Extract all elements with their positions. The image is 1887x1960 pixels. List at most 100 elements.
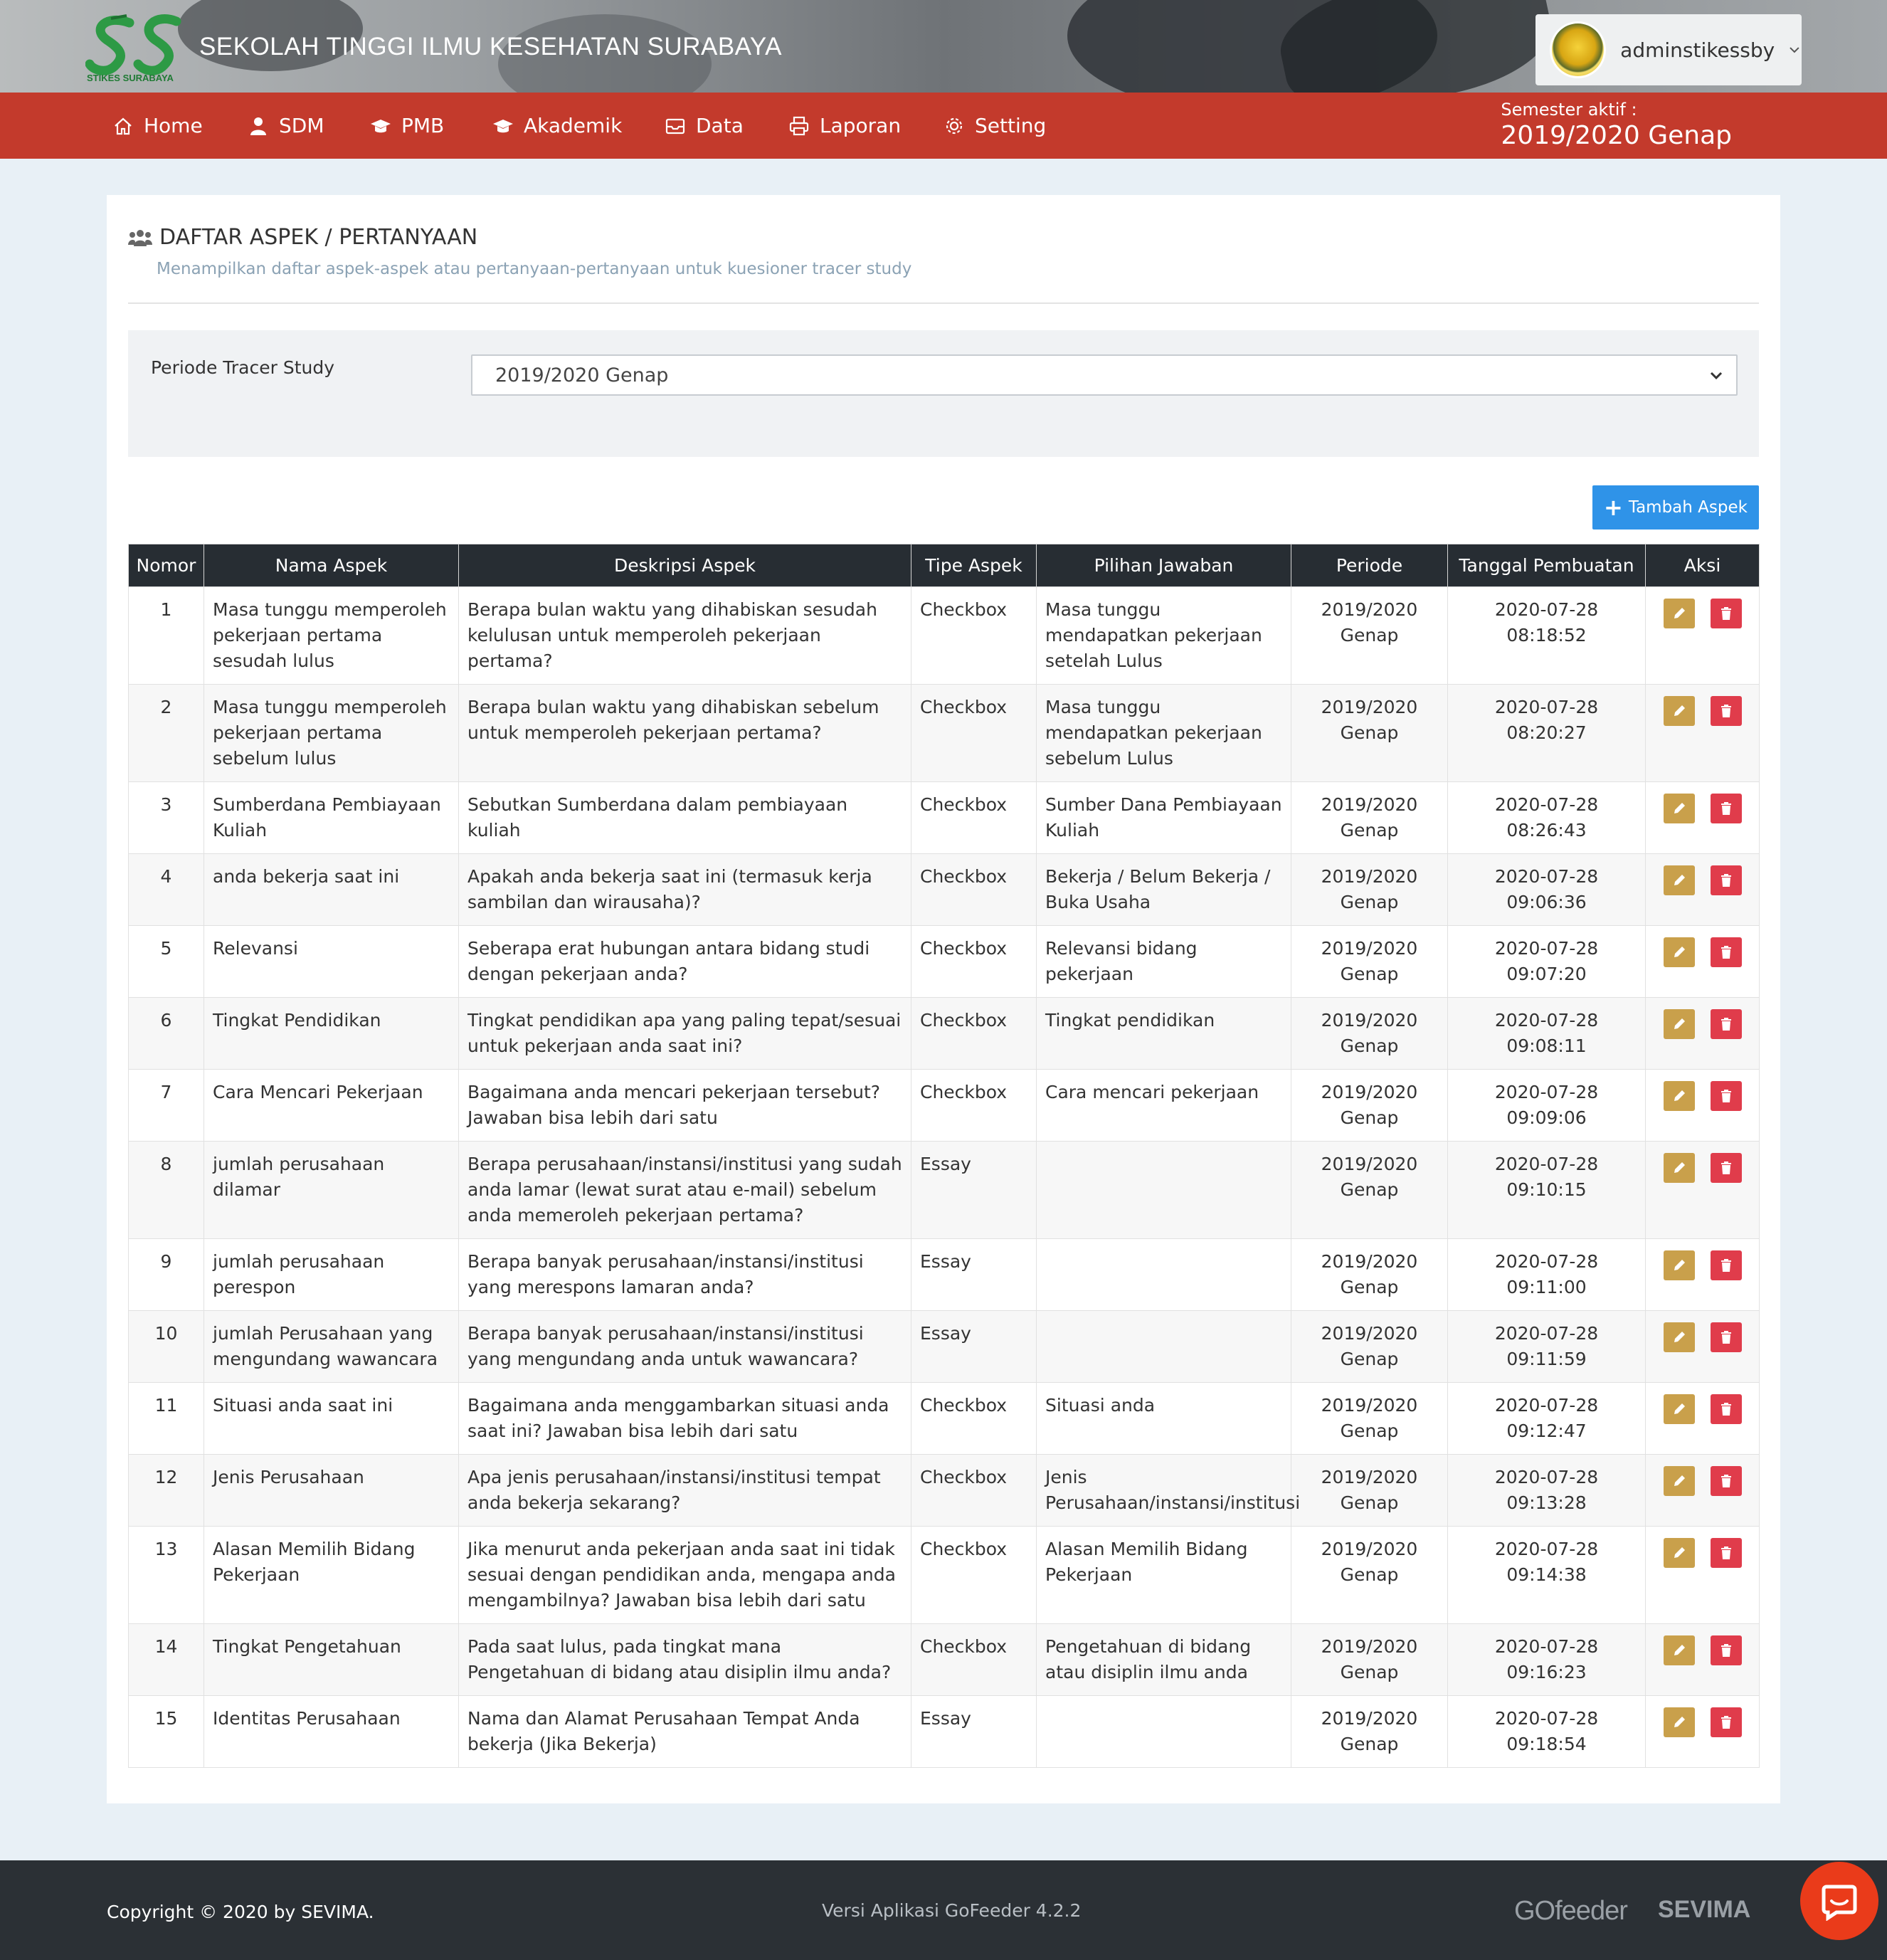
aspect-name: Tingkat Pengetahuan [204,1623,459,1696]
column-header[interactable]: Periode [1291,544,1448,587]
delete-button[interactable] [1710,1466,1742,1496]
trash-icon [1720,607,1731,620]
created-date: 2020-07-28 09:16:23 [1447,1623,1646,1696]
aspect-description: Berapa banyak perusahaan/instansi/instit… [458,1238,911,1311]
edit-button[interactable] [1663,696,1695,726]
nav-label: Akademik [524,114,623,137]
delete-button[interactable] [1710,1322,1742,1352]
aspect-description: Berapa bulan waktu yang dihabiskan sesud… [458,586,911,685]
delete-button[interactable] [1710,1153,1742,1183]
answer-options: Alasan Memilih Bidang Pekerjaan [1036,1526,1291,1624]
nav-label: PMB [401,114,445,137]
nav-akademik[interactable]: Akademik [492,93,622,159]
action-group [1654,1634,1750,1665]
chat-widget-button[interactable] [1800,1862,1878,1940]
edit-button[interactable] [1663,1322,1695,1352]
period: 2019/2020 Genap [1291,853,1448,926]
inbox-icon [665,115,686,137]
answer-options: Situasi anda [1036,1382,1291,1455]
edit-button[interactable] [1663,599,1695,628]
delete-button[interactable] [1710,1635,1742,1665]
nav-data[interactable]: Data [665,93,744,159]
nav-pmb[interactable]: PMB [370,93,444,159]
periode-select-value: 2019/2020 Genap [495,364,669,386]
delete-button[interactable] [1710,1009,1742,1039]
aspect-name: Jenis Perusahaan [204,1454,459,1527]
delete-button[interactable] [1710,1538,1742,1568]
column-header[interactable]: Nama Aspek [204,544,459,587]
row-number: 2 [128,684,204,782]
edit-button[interactable] [1663,1466,1695,1496]
delete-button[interactable] [1710,794,1742,823]
answer-options: Pengetahuan di bidang atau disiplin ilmu… [1036,1623,1291,1696]
add-aspect-button[interactable]: + Tambah Aspek [1592,485,1759,529]
action-group [1654,1706,1750,1737]
period: 2019/2020 Genap [1291,1695,1448,1768]
edit-button[interactable] [1663,1009,1695,1039]
delete-button[interactable] [1710,865,1742,895]
aspect-type: Checkbox [911,1454,1037,1527]
aspect-name: Alasan Memilih Bidang Pekerjaan [204,1526,459,1624]
edit-button[interactable] [1663,1081,1695,1111]
edit-button[interactable] [1663,1635,1695,1665]
column-header[interactable]: Deskripsi Aspek [458,544,911,587]
table-row: 9 jumlah perusahaan perespon Berapa banyak… [128,1238,1760,1311]
table-row: 11 Situasi anda saat ini Bagaimana anda me… [128,1382,1760,1455]
nav-label: SDM [279,114,324,137]
aspect-type: Checkbox [911,1526,1037,1624]
logo-caption: STIKES SURABAYA [87,73,174,83]
delete-button[interactable] [1710,1081,1742,1111]
action-group [1654,1008,1750,1039]
semester-value: 2019/2020 Genap [1501,121,1732,150]
delete-button[interactable] [1710,696,1742,726]
aspect-description: Berapa perusahaan/instansi/institusi yan… [458,1141,911,1239]
aspect-name: Situasi anda saat ini [204,1382,459,1455]
delete-button[interactable] [1710,1250,1742,1280]
delete-button[interactable] [1710,1394,1742,1424]
pencil-icon [1674,803,1685,813]
pencil-icon [1674,608,1685,618]
aspect-type: Checkbox [911,586,1037,685]
answer-options: Masa tunggu mendapatkan pekerjaan sebelu… [1036,684,1291,782]
pencil-icon [1674,1090,1685,1101]
answer-options: Bekerja / Belum Bekerja / Buka Usaha [1036,853,1291,926]
home-icon [112,115,134,137]
column-header[interactable]: Tipe Aspek [911,544,1037,587]
nav-laporan[interactable]: Laporan [788,93,901,159]
edit-button[interactable] [1663,794,1695,823]
sevima-logo: SEVIMA [1658,1896,1751,1923]
created-date: 2020-07-28 09:08:11 [1447,997,1646,1070]
aspect-description: Apakah anda bekerja saat ini (termasuk k… [458,853,911,926]
aspect-type: Checkbox [911,925,1037,998]
edit-button[interactable] [1663,1250,1695,1280]
periode-select[interactable]: 2019/2020 Genap [471,354,1738,396]
period: 2019/2020 Genap [1291,997,1448,1070]
edit-button[interactable] [1663,1707,1695,1737]
aspect-name: Tingkat Pendidikan [204,997,459,1070]
period: 2019/2020 Genap [1291,925,1448,998]
nav-setting[interactable]: Setting [944,93,1046,159]
edit-button[interactable] [1663,937,1695,967]
edit-button[interactable] [1663,1538,1695,1568]
row-actions [1645,1141,1760,1239]
edit-button[interactable] [1663,865,1695,895]
delete-button[interactable] [1710,1707,1742,1737]
column-header[interactable]: Tanggal Pembuatan [1447,544,1646,587]
column-header[interactable]: Pilihan Jawaban [1036,544,1291,587]
table-row: 6 Tingkat Pendidikan Tingkat pendidikan ap… [128,997,1760,1070]
period: 2019/2020 Genap [1291,1526,1448,1624]
nav-sdm[interactable]: SDM [248,93,324,159]
delete-button[interactable] [1710,599,1742,628]
column-header[interactable]: Nomor [128,544,204,587]
table-row: 15 Identitas Perusahaan Nama dan Alamat Pe… [128,1695,1760,1768]
user-menu[interactable]: adminstikessby [1536,14,1802,85]
row-number: 8 [128,1141,204,1239]
nav-home[interactable]: Home [112,93,203,159]
table-body: 1 Masa tunggu memperoleh pekerjaan pertam… [128,586,1760,1768]
aspect-description: Berapa bulan waktu yang dihabiskan sebel… [458,684,911,782]
table-row: 13 Alasan Memilih Bidang Pekerjaan Jika me… [128,1526,1760,1624]
delete-button[interactable] [1710,937,1742,967]
edit-button[interactable] [1663,1153,1695,1183]
site-title: SEKOLAH TINGGI ILMU KESEHATAN SURABAYA [199,33,783,60]
edit-button[interactable] [1663,1394,1695,1424]
